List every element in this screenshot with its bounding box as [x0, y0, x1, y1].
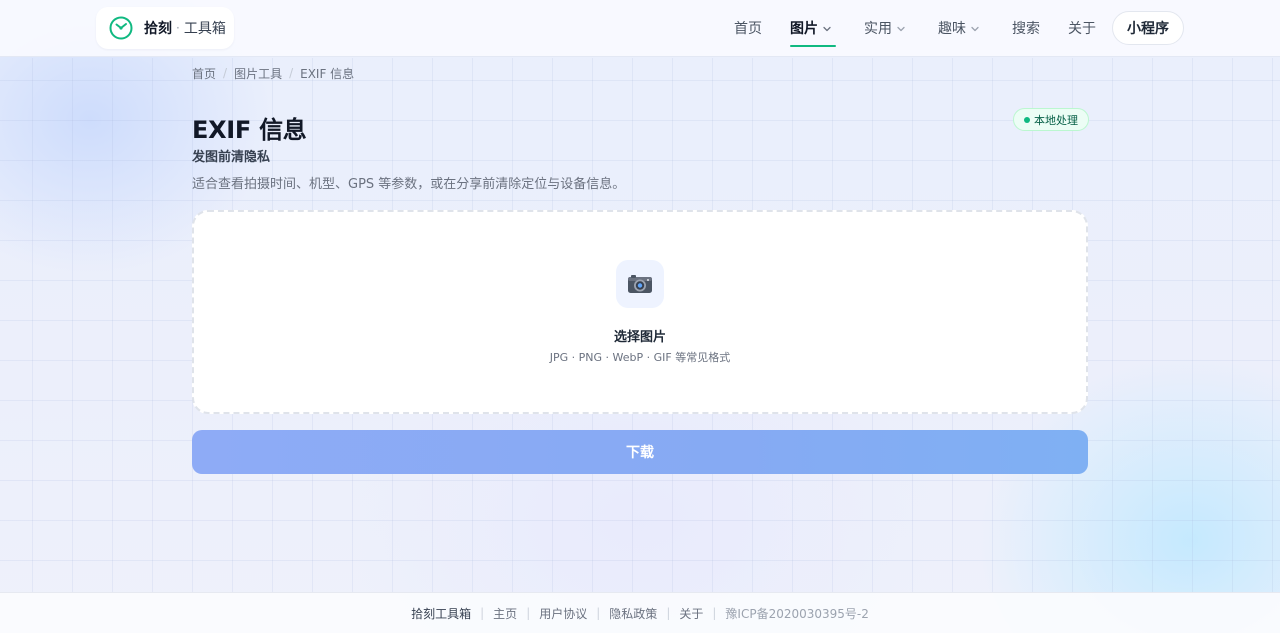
- nav-utility-label: 实用: [864, 21, 892, 37]
- mini-program-button[interactable]: 小程序: [1112, 11, 1184, 45]
- nav-about[interactable]: 关于: [1068, 18, 1096, 40]
- main-nav: 首页 图片 实用 趣味 搜索 关于: [0, 0, 1280, 57]
- footer-icp-link[interactable]: 豫ICP备2020030395号-2: [725, 605, 868, 622]
- nav-home[interactable]: 首页: [734, 18, 762, 40]
- breadcrumb-separator: /: [223, 66, 228, 80]
- image-dropzone[interactable]: 选择图片 JPG · PNG · WebP · GIF 等常见格式: [192, 210, 1088, 414]
- chevron-down-icon: [971, 26, 979, 32]
- page-subtitle: 发图前清隐私: [192, 150, 271, 165]
- chevron-down-icon: [897, 26, 905, 32]
- footer-separator: |: [712, 606, 717, 620]
- camera-icon-box: [616, 260, 664, 308]
- footer-link-terms[interactable]: 用户协议: [539, 605, 587, 622]
- nav-about-label: 关于: [1068, 21, 1096, 37]
- chevron-down-icon: [823, 26, 831, 32]
- nav-search-label: 搜索: [1012, 21, 1040, 37]
- nav-utility[interactable]: 实用: [864, 18, 906, 40]
- page-title: EXIF 信息: [192, 116, 307, 144]
- footer-link-home[interactable]: 主页: [493, 605, 517, 622]
- dropzone-hint: JPG · PNG · WebP · GIF 等常见格式: [549, 351, 731, 364]
- status-dot-icon: [1024, 116, 1030, 123]
- nav-image-label: 图片: [790, 21, 818, 37]
- breadcrumb: 首页 / 图片工具 / EXIF 信息: [192, 64, 354, 82]
- footer-link-privacy[interactable]: 隐私政策: [609, 605, 657, 622]
- nav-fun[interactable]: 趣味: [938, 18, 980, 40]
- breadcrumb-separator: /: [289, 66, 294, 80]
- site-footer: 拾刻工具箱 | 主页 | 用户协议 | 隐私政策 | 关于 | 豫ICP备202…: [0, 592, 1280, 633]
- breadcrumb-home[interactable]: 首页: [192, 65, 216, 82]
- footer-separator: |: [526, 606, 531, 620]
- footer-link-about[interactable]: 关于: [679, 605, 703, 622]
- nav-image[interactable]: 图片: [790, 18, 832, 40]
- nav-fun-label: 趣味: [938, 21, 966, 37]
- top-header: 拾刻 · 工具箱 首页 图片 实用 趣味 搜索 关于 小程序: [0, 0, 1280, 57]
- nav-home-label: 首页: [734, 21, 762, 37]
- download-button[interactable]: 下载: [192, 430, 1088, 474]
- dropzone-title: 选择图片: [613, 330, 666, 345]
- footer-separator: |: [596, 606, 601, 620]
- breadcrumb-current: EXIF 信息: [300, 66, 355, 81]
- nav-active-indicator: [790, 45, 836, 47]
- footer-separator: |: [666, 606, 671, 620]
- footer-separator: |: [480, 606, 485, 620]
- camera-icon: [628, 275, 652, 293]
- badge-label: 本地处理: [1034, 113, 1078, 127]
- local-processing-badge: 本地处理: [1013, 108, 1089, 131]
- footer-brand-link[interactable]: 拾刻工具箱: [411, 605, 471, 622]
- nav-search[interactable]: 搜索: [1012, 18, 1040, 40]
- page-description: 适合查看拍摄时间、机型、GPS 等参数，或在分享前清除定位与设备信息。: [192, 177, 626, 192]
- breadcrumb-image-tools[interactable]: 图片工具: [234, 65, 282, 82]
